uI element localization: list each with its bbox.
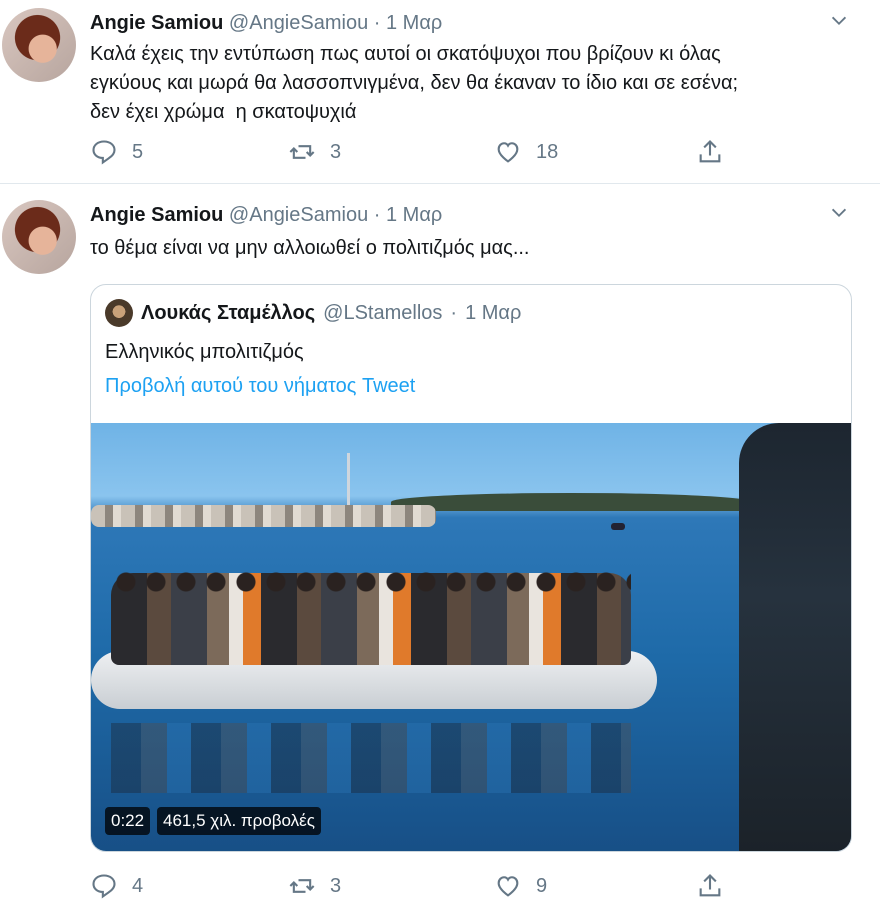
video-passenger-heads (111, 571, 631, 593)
like-button[interactable]: 9 (494, 872, 547, 900)
share-icon (699, 874, 721, 897)
quoted-tweet-text: Ελληνικός μπολιτιζμός (105, 341, 304, 363)
tweet-text: Καλά έχεις την εντύπωση πως αυτοί οι σκα… (90, 43, 739, 123)
tweet-actions: 5 3 18 (90, 138, 740, 172)
tweet-header: Angie Samiou @AngieSamiou · 1 Μαρ (90, 12, 442, 35)
chevron-down-icon[interactable] (828, 10, 850, 32)
video-standing-man (739, 423, 851, 851)
quoted-author-name: Λουκάς Σταμέλλος (141, 301, 316, 324)
share-icon (699, 140, 721, 163)
author-handle[interactable]: @AngieSamiou (229, 12, 368, 34)
share-button[interactable] (696, 138, 724, 166)
like-icon (497, 142, 519, 163)
retweet-icon (289, 145, 315, 159)
separator-dot: · (373, 12, 381, 34)
video-island (391, 493, 751, 511)
tweet-1[interactable]: Angie Samiou @AngieSamiou · 1 Μαρ Καλά έ… (0, 0, 880, 184)
like-count: 9 (536, 874, 548, 897)
reply-icon (92, 140, 116, 165)
retweet-icon (289, 879, 315, 893)
quoted-tweet-header: Λουκάς Σταμέλλος @LStamellos · 1 Μαρ (105, 299, 521, 327)
reply-button[interactable]: 4 (90, 872, 143, 900)
tweet-header: Angie Samiou @AngieSamiou · 1 Μαρ (90, 204, 442, 227)
like-icon (497, 876, 519, 897)
quoted-avatar (105, 299, 133, 327)
retweet-button[interactable]: 3 (288, 138, 341, 166)
retweet-count: 3 (330, 140, 342, 163)
like-count: 18 (536, 140, 559, 163)
quoted-author-handle: @LStamellos (323, 301, 443, 324)
retweet-count: 3 (330, 874, 342, 897)
video-player[interactable]: 0:22 461,5 χιλ. προβολές (91, 423, 851, 851)
reply-icon (92, 874, 116, 899)
reply-count: 5 (132, 140, 144, 163)
avatar[interactable] (2, 8, 76, 82)
tweet-date[interactable]: 1 Μαρ (386, 204, 442, 226)
video-pole (347, 453, 350, 513)
quoted-tweet-date: 1 Μαρ (465, 301, 522, 324)
show-thread-link[interactable]: Προβολή αυτού του νήματος Tweet (105, 375, 415, 398)
quoted-tweet[interactable]: Λουκάς Σταμέλλος @LStamellos · 1 Μαρ Ελλ… (90, 284, 852, 852)
separator-dot: · (450, 301, 458, 324)
video-reflection (111, 723, 631, 793)
video-views-badge: 461,5 χιλ. προβολές (157, 807, 321, 835)
tweet-text: το θέμα είναι να μην αλλοιωθεί ο πολιτιζ… (90, 237, 530, 259)
tweet-actions: 4 3 9 (90, 872, 740, 906)
share-button[interactable] (696, 872, 724, 900)
video-duration-badge: 0:22 (105, 807, 151, 835)
author-handle[interactable]: @AngieSamiou (229, 204, 368, 226)
tweet-date[interactable]: 1 Μαρ (386, 12, 442, 34)
separator-dot: · (373, 204, 381, 226)
tweet-2[interactable]: Angie Samiou @AngieSamiou · 1 Μαρ το θέμ… (0, 186, 880, 918)
reply-button[interactable]: 5 (90, 138, 143, 166)
video-distant-boat (611, 523, 625, 530)
retweet-button[interactable]: 3 (288, 872, 341, 900)
avatar[interactable] (2, 200, 76, 274)
reply-count: 4 (132, 874, 144, 897)
author-name[interactable]: Angie Samiou (90, 12, 223, 34)
like-button[interactable]: 18 (494, 138, 558, 166)
author-name[interactable]: Angie Samiou (90, 204, 223, 226)
video-breakwater (91, 505, 436, 527)
chevron-down-icon[interactable] (828, 202, 850, 224)
